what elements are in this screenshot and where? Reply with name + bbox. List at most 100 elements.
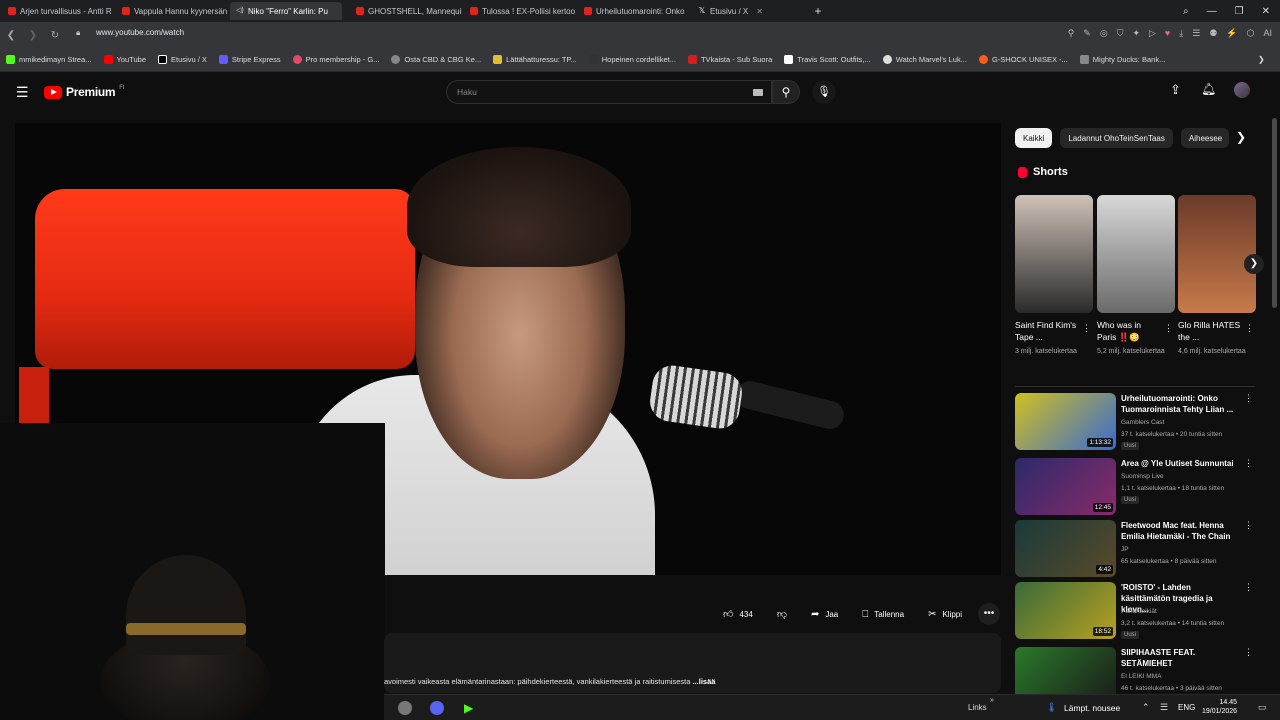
menu-icon[interactable]: ☰ — [1192, 28, 1200, 39]
shield-icon[interactable]: ⛉ — [1117, 28, 1124, 39]
heart-icon[interactable]: ♥ — [1165, 28, 1170, 39]
input-language[interactable]: ENG — [1178, 703, 1195, 712]
new-tab-button[interactable]: + — [810, 3, 826, 19]
page-scrollbar[interactable] — [1272, 118, 1277, 308]
bookmark-item[interactable]: Etusivu / X — [158, 55, 207, 64]
video-channel[interactable]: Pahanteikiät — [1121, 608, 1157, 615]
close-window-icon[interactable]: ✕ — [1262, 6, 1270, 17]
screenshot-icon[interactable]: ◎ — [1100, 28, 1108, 39]
search-button[interactable]: ⚲ — [772, 80, 800, 104]
forward-icon[interactable]: ❯ — [22, 30, 44, 41]
bookmark-item[interactable]: Stripe Express — [218, 55, 281, 64]
extension-icon[interactable]: ✦ — [1132, 28, 1140, 39]
profile-icon[interactable]: ⚉ — [1209, 28, 1217, 39]
browser-tab[interactable]: Arjen turvallisuus - Antti R — [2, 2, 114, 20]
edit-icon[interactable]: ✎ — [1083, 28, 1091, 39]
youtube-premium-logo[interactable]: Premium FI — [44, 85, 125, 99]
video-menu-icon[interactable]: ⋮ — [1244, 582, 1253, 593]
kick-icon[interactable]: ▶ — [464, 701, 478, 715]
browser-tab[interactable]: Vappula Hannu kyynersän — [116, 2, 228, 20]
url-field[interactable]: www.youtube.com/watch — [96, 28, 184, 37]
bookmark-item[interactable]: Travis Scott: Outfits,... — [784, 55, 871, 64]
browser-tab[interactable]: GHOSTSHELL, Mannequin — [350, 2, 462, 20]
bookmarks-overflow-icon[interactable]: ❯ — [1258, 55, 1265, 64]
video-menu-icon[interactable]: ⋮ — [1244, 458, 1253, 469]
short-card[interactable]: Glo Rilla HATES the ... 4,6 milj. katsel… — [1178, 195, 1256, 357]
description-more-link[interactable]: ...lisää — [693, 677, 716, 686]
minimize-icon[interactable]: — — [1207, 6, 1217, 17]
tray-up-icon[interactable]: ⌃ — [1142, 702, 1150, 713]
video-channel[interactable]: Suominsp Live — [1121, 473, 1164, 480]
bookmark-item[interactable]: Lättähatturessu: TP... — [493, 55, 577, 64]
browser-tab[interactable]: Urheilutuomarointi: Onko — [578, 2, 690, 20]
browser-tab-active[interactable]: ◁) Niko "Ferro" Karlin: Pu — [230, 2, 342, 20]
bookmark-item[interactable]: Pro membership - G... — [292, 55, 379, 64]
dislike-button[interactable]: 👎︎ — [768, 603, 795, 625]
like-button[interactable]: 👍︎ 434 — [715, 603, 761, 625]
recommended-video[interactable]: 18:52 'ROISTO' - Lahden käsittämätön tra… — [1015, 582, 1265, 640]
upload-icon[interactable]: ⇪ — [1170, 82, 1181, 98]
voice-search-button[interactable]: 🎙︎ — [812, 80, 836, 104]
chips-next-icon[interactable]: ❯ — [1236, 130, 1246, 144]
back-icon[interactable]: ❮ — [0, 30, 22, 41]
ai-icon[interactable]: AI — [1263, 28, 1272, 39]
bookmark-item[interactable]: Watch Marvel's Luk... — [882, 55, 967, 64]
hamburger-menu-icon[interactable]: ☰ — [16, 84, 29, 101]
bookmark-item[interactable]: Osta CBD & CBG Ke... — [391, 55, 481, 64]
recommended-video[interactable]: 4:42 Fleetwood Mac feat. Henna Emilia Hi… — [1015, 520, 1265, 578]
puzzle-icon[interactable]: ⬡ — [1247, 28, 1255, 39]
download-icon[interactable]: ⤓ — [1179, 28, 1183, 39]
shorts-next-icon[interactable]: ❯ — [1244, 254, 1264, 274]
video-channel[interactable]: El LEIKI MMA — [1121, 673, 1161, 680]
clip-button[interactable]: ✂ Klippi — [920, 603, 971, 625]
bookmark-item[interactable]: Hopeinen cordelliket... — [588, 55, 676, 64]
bookmark-item[interactable]: Mighty Ducks: Bank... — [1079, 55, 1165, 64]
weather-icon[interactable]: 🌡︎ — [1046, 702, 1057, 713]
recommended-video[interactable]: 12:45 Area @ Yle Uutiset Sunnuntai Suomi… — [1015, 458, 1265, 516]
short-menu-icon[interactable]: ⋮ — [1082, 323, 1091, 334]
links-toolbar[interactable]: Links — [968, 703, 987, 712]
notifications-bell-icon[interactable]: 🔔︎ — [1201, 82, 1216, 96]
recommended-video[interactable]: 1:13:32 Urheilutuomarointi: Onko Tuomaro… — [1015, 393, 1265, 451]
save-button[interactable]: ⎕ Tallenna — [854, 603, 913, 625]
chip-all[interactable]: Kaikki — [1015, 128, 1053, 148]
more-actions-icon[interactable]: ••• — [978, 603, 1001, 625]
video-menu-icon[interactable]: ⋮ — [1244, 393, 1253, 404]
discord-icon[interactable] — [430, 701, 444, 715]
app-icon[interactable] — [398, 701, 412, 715]
short-card[interactable]: Saint Find Kim's Tape ... 3 milj. katsel… — [1015, 195, 1093, 357]
bookmark-item[interactable]: G-SHOCK UNISEX -... — [978, 55, 1068, 64]
notification-icon[interactable]: ▭ — [1258, 702, 1267, 713]
short-menu-icon[interactable]: ⋮ — [1164, 323, 1173, 334]
short-card[interactable]: Who was in Paris ‼️😳 5,2 milj. katseluke… — [1097, 195, 1175, 357]
bookmark-item[interactable]: mmikedimayn Strea... — [6, 55, 92, 64]
bookmark-item[interactable]: TVkaista - Sub Suora — [687, 55, 772, 64]
bookmark-item[interactable]: YouTube — [103, 55, 146, 64]
weather-text[interactable]: Lämpt. nousee — [1064, 703, 1120, 713]
search-input[interactable]: Haku — [446, 80, 772, 104]
keyboard-icon[interactable] — [753, 89, 763, 96]
clock[interactable]: 14.45 19/01/2026 — [1202, 698, 1237, 716]
browser-tab[interactable]: 𝕏 Etusivu / X ✕ — [692, 2, 804, 20]
video-description[interactable]: avoimesti vaikeasta elämäntarinastaan: p… — [384, 633, 1001, 693]
video-channel[interactable]: Gamblers Cast — [1121, 419, 1164, 426]
close-tab-icon[interactable]: ✕ — [756, 7, 763, 16]
recommended-video[interactable]: SIIPIHAASTE FEAT. SETÄMIEHET El LEIKI MM… — [1015, 647, 1265, 694]
tray-menu-icon[interactable]: ☰ — [1160, 702, 1168, 713]
short-menu-icon[interactable]: ⋮ — [1245, 323, 1254, 334]
search-tabs-icon[interactable]: ⌕ — [1183, 6, 1189, 17]
avatar[interactable] — [1234, 82, 1250, 98]
share-button[interactable]: ➦ Jaa — [802, 603, 847, 625]
chevron-icon[interactable]: » — [990, 697, 994, 704]
vpn-icon[interactable]: ⚡ — [1226, 28, 1237, 39]
browser-tab[interactable]: Tulossa ! EX-Poliisi kertoo — [464, 2, 576, 20]
play-icon[interactable]: ▷ — [1149, 28, 1156, 39]
chip-uploader[interactable]: Ladannut OhoTeinSenTaas — [1060, 128, 1173, 148]
video-menu-icon[interactable]: ⋮ — [1244, 647, 1253, 658]
video-channel[interactable]: JP — [1121, 546, 1129, 553]
chip-related[interactable]: Aiheesee — [1180, 128, 1229, 148]
reload-icon[interactable]: ↻ — [44, 30, 66, 41]
video-menu-icon[interactable]: ⋮ — [1244, 520, 1253, 531]
maximize-icon[interactable]: ❐ — [1235, 6, 1244, 17]
zoom-icon[interactable]: ⚲ — [1068, 28, 1075, 39]
